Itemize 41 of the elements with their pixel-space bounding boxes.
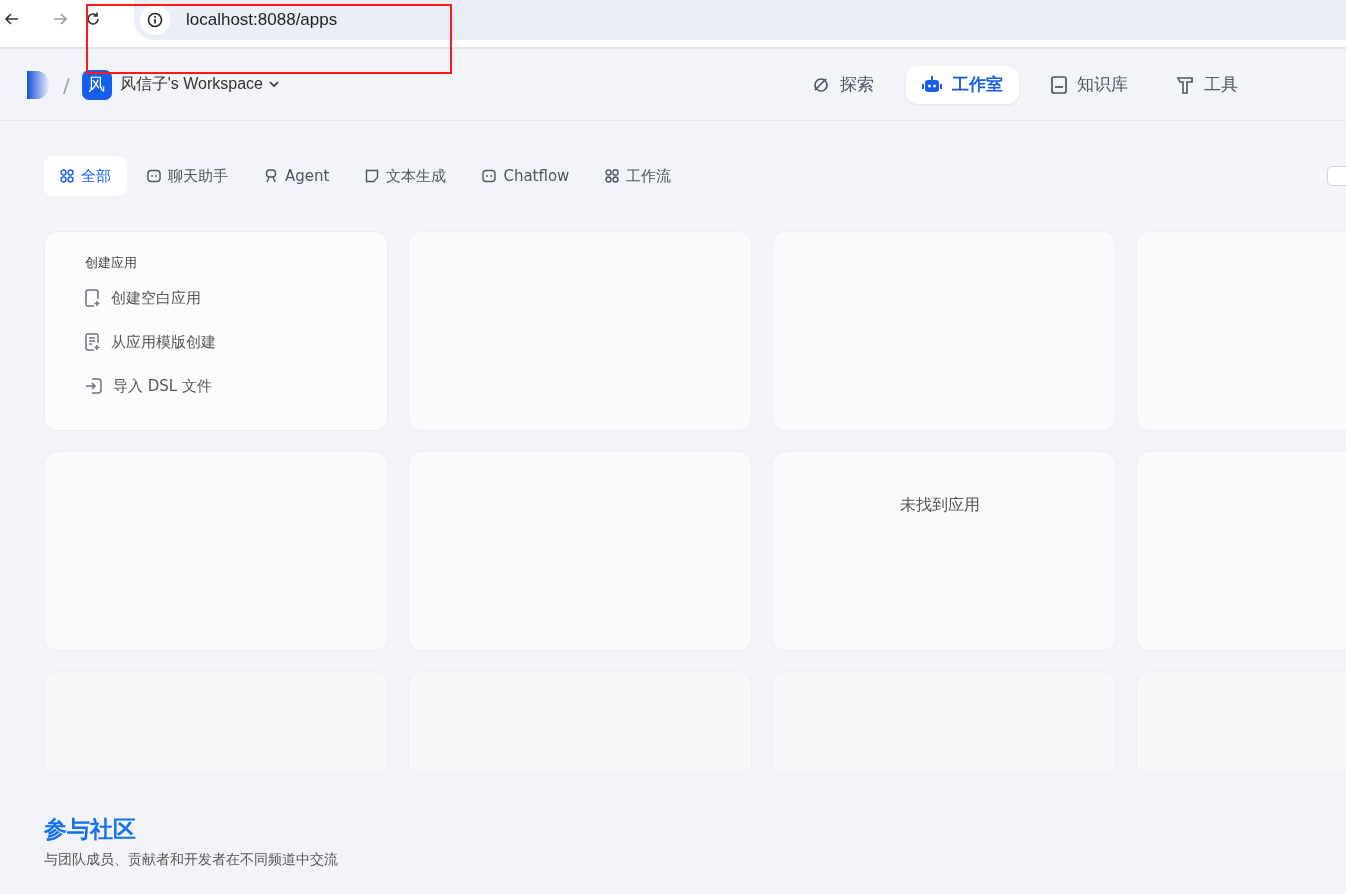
back-icon[interactable] — [4, 11, 20, 27]
address-bar[interactable]: localhost:8088/apps — [134, 0, 1346, 40]
nav-tab[interactable]: 知识库 — [1035, 65, 1144, 104]
workspace-avatar[interactable]: 风 — [81, 69, 112, 100]
empty-state-text: 未找到应用 — [900, 495, 980, 516]
chat-bubble-icon — [482, 169, 497, 183]
card-title: 创建应用 — [85, 254, 138, 272]
logo-icon[interactable] — [27, 70, 51, 99]
chat-bubble-icon — [147, 169, 161, 183]
nav-tab[interactable]: 工作室 — [906, 65, 1019, 104]
grid-icon — [60, 169, 74, 183]
url-text: localhost:8088/apps — [186, 10, 338, 30]
chevron-down-icon[interactable] — [269, 81, 279, 88]
info-icon[interactable] — [140, 4, 170, 35]
filter-tab[interactable]: 聊天助手 — [131, 156, 244, 196]
breadcrumb-separator: / — [63, 72, 70, 97]
nav-tab[interactable]: 工具 — [1160, 65, 1254, 104]
import-icon — [85, 377, 103, 395]
document-plus-icon — [85, 333, 101, 351]
forward-icon[interactable] — [52, 11, 68, 27]
file-plus-icon — [85, 289, 101, 307]
filter-tab[interactable]: 文本生成 — [349, 156, 463, 196]
reload-icon[interactable] — [85, 11, 101, 27]
note-icon — [365, 169, 380, 183]
create-action-link[interactable]: 导入 DSL 文件 — [85, 374, 387, 398]
filter-tab[interactable]: 工作流 — [589, 156, 688, 196]
create-action-link[interactable]: 创建空白应用 — [85, 286, 387, 310]
community-description: 与团队成员、贡献者和开发者在不同频道中交流 — [44, 851, 339, 869]
filter-tab[interactable]: Agent — [248, 156, 346, 196]
robot-icon — [922, 75, 942, 94]
checkbox[interactable] — [1327, 166, 1346, 186]
nav-tab[interactable]: 探索 — [796, 65, 890, 104]
create-action-link[interactable]: 从应用模版创建 — [85, 330, 387, 354]
filter-tab[interactable]: 全部 — [44, 156, 127, 196]
filter-tab[interactable]: Chatflow — [466, 156, 586, 196]
workflow-icon — [605, 169, 620, 183]
agent-icon — [264, 169, 278, 183]
book-icon — [1051, 75, 1067, 94]
community-heading: 参与社区 — [44, 815, 137, 844]
workspace-selector[interactable]: 风信子's Workspace — [119, 74, 263, 95]
hammer-icon — [1176, 75, 1194, 94]
